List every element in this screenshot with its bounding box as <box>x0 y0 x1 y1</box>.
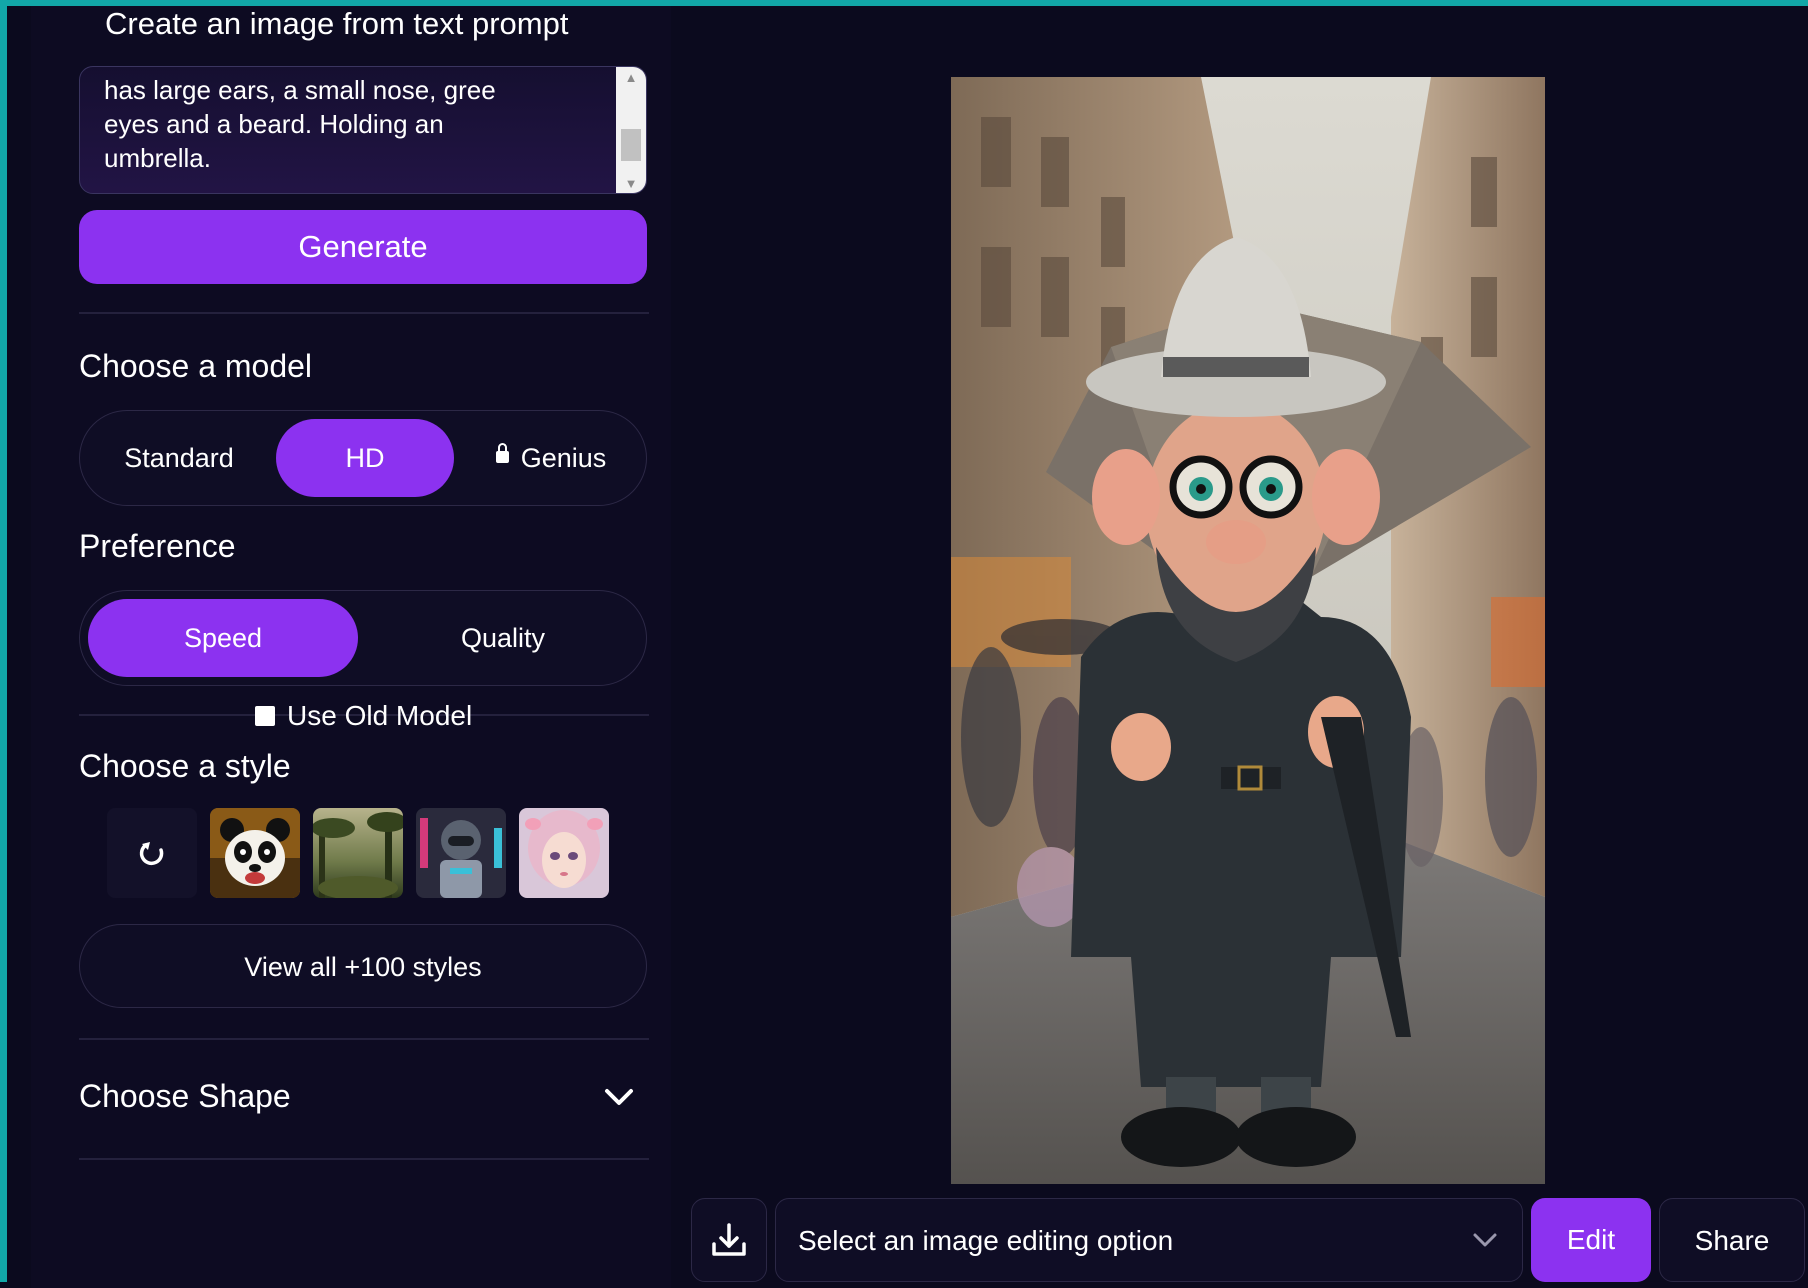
share-button[interactable]: Share <box>1659 1198 1805 1282</box>
prompt-textarea[interactable]: has large ears, a small nose, gree eyes … <box>79 66 647 194</box>
choose-shape-toggle[interactable]: Choose Shape <box>79 1064 647 1132</box>
edit-option-placeholder: Select an image editing option <box>798 1225 1174 1256</box>
style-title: Choose a style <box>79 748 291 784</box>
scroll-up-icon[interactable]: ▲ <box>616 67 646 89</box>
download-button[interactable] <box>691 1198 767 1282</box>
model-option-genius-label: Genius <box>520 443 607 473</box>
style-thumb-robot[interactable] <box>416 808 506 898</box>
app-frame: Create an image from text prompt has lar… <box>0 0 1808 1288</box>
model-option-hd[interactable]: HD <box>276 419 454 497</box>
jungle-thumbnail <box>313 808 403 898</box>
preference-selector: Speed Quality <box>79 590 647 686</box>
style-thumb-anime[interactable] <box>519 808 609 898</box>
preference-option-quality[interactable]: Quality <box>368 599 638 677</box>
style-thumb-panda[interactable] <box>210 808 300 898</box>
generate-button[interactable]: Generate <box>79 210 647 284</box>
divider <box>79 1038 649 1040</box>
scroll-thumb[interactable] <box>621 129 641 161</box>
generated-image-illustration <box>951 77 1545 1184</box>
style-refresh-button[interactable] <box>107 808 197 898</box>
lock-icon <box>495 442 509 463</box>
prompt-line: umbrella. <box>104 143 211 173</box>
refresh-icon <box>139 842 164 866</box>
old-model-toggle[interactable]: Use Old Model <box>255 698 472 734</box>
shape-title: Choose Shape <box>79 1078 291 1114</box>
preference-title: Preference <box>79 528 236 564</box>
model-option-standard[interactable]: Standard <box>90 419 268 497</box>
generated-image[interactable] <box>951 77 1545 1184</box>
divider <box>79 312 649 314</box>
chevron-down-icon <box>1473 1233 1497 1247</box>
old-model-label: Use Old Model <box>287 700 473 731</box>
model-option-genius[interactable]: Genius <box>462 419 640 497</box>
old-model-checkbox[interactable] <box>255 706 275 726</box>
divider <box>79 1158 649 1160</box>
model-selector: Standard HD Genius <box>79 410 647 506</box>
panda-thumbnail <box>210 808 300 898</box>
scroll-down-icon[interactable]: ▼ <box>616 173 646 193</box>
style-thumb-jungle[interactable] <box>313 808 403 898</box>
prompt-scrollbar[interactable]: ▲ ▼ <box>616 67 646 193</box>
robot-thumbnail <box>416 808 506 898</box>
model-title: Choose a model <box>79 348 313 384</box>
preference-option-speed[interactable]: Speed <box>88 599 358 677</box>
download-icon <box>712 1223 746 1256</box>
prompt-heading: Create an image from text prompt <box>105 6 569 41</box>
anime-thumbnail <box>519 808 609 898</box>
view-all-styles-button[interactable]: View all +100 styles <box>79 924 647 1008</box>
prompt-line: eyes and a beard. Holding an <box>104 109 444 139</box>
prompt-line: has large ears, a small nose, gree <box>104 75 496 105</box>
chevron-down-icon <box>605 1089 633 1105</box>
edit-option-select[interactable]: Select an image editing option <box>775 1198 1523 1282</box>
prompt-text: has large ears, a small nose, gree eyes … <box>104 73 584 175</box>
edit-button[interactable]: Edit <box>1531 1198 1651 1282</box>
